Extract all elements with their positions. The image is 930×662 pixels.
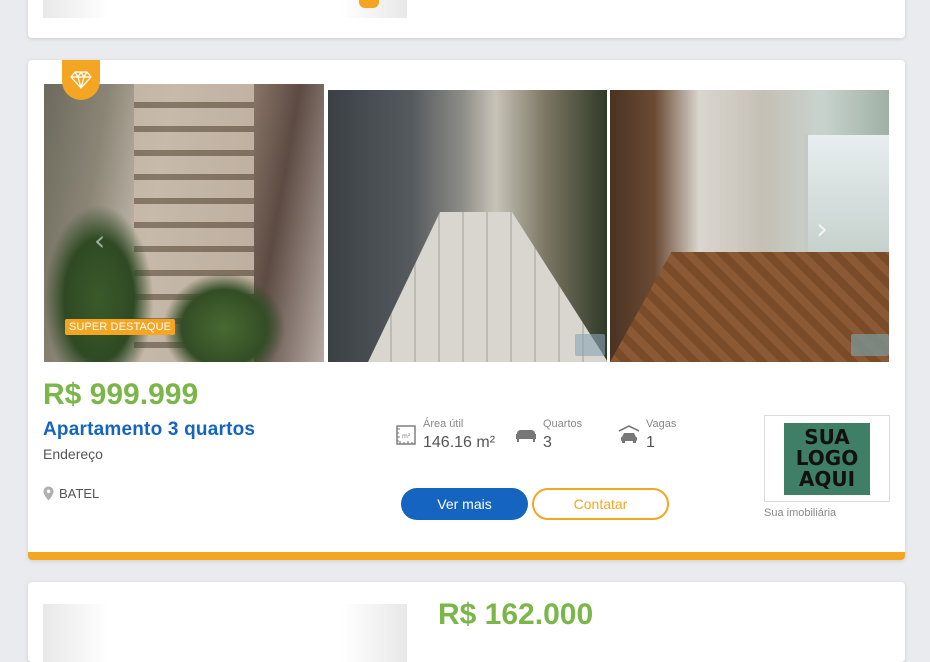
listing-image-previous[interactable] <box>43 0 407 18</box>
feature-parking-label: Vagas <box>646 418 677 430</box>
agency-logo[interactable]: SUA LOGO AQUI <box>764 415 890 502</box>
chevron-left-icon[interactable]: ‹ <box>94 224 105 257</box>
listing-photo-2[interactable] <box>328 90 607 362</box>
super-highlight-badge: SUPER DESTAQUE <box>65 319 176 335</box>
image-edge <box>359 0 379 8</box>
garage-car-icon <box>618 425 640 443</box>
district-label: BATEL <box>59 486 100 501</box>
listing-card: ‹ › SUPER DESTAQUE R$ 999.999 Apartament… <box>28 60 905 560</box>
listing-card-next: R$ 162.000 <box>28 582 905 662</box>
walkway-image <box>368 212 607 362</box>
chevron-right-icon[interactable]: › <box>816 212 828 247</box>
logo-line-3: AQUI <box>798 467 856 491</box>
listing-address: Endereço <box>43 446 103 462</box>
listing-district: BATEL <box>43 486 99 501</box>
parquet-floor-image <box>610 252 889 362</box>
listing-price: R$ 999.999 <box>43 378 199 411</box>
watermark-icon <box>575 334 605 356</box>
feature-rooms-label: Quartos <box>543 418 583 430</box>
feature-area-label: Área útil <box>423 418 464 430</box>
map-pin-icon <box>43 486 54 501</box>
listing-card-previous <box>28 0 905 38</box>
area-icon: m² <box>396 425 416 445</box>
listing-image-next[interactable] <box>43 604 407 662</box>
feature-rooms: Quartos 3 <box>515 418 582 452</box>
listing-photo-3[interactable]: › <box>610 90 889 362</box>
bed-icon <box>516 430 536 442</box>
logo-line-2: LOGO <box>795 446 859 470</box>
contact-button[interactable]: Contatar <box>532 488 669 520</box>
tree-image <box>164 274 284 362</box>
feature-area: m² Área útil 146.16 m² <box>395 418 495 452</box>
diamond-icon <box>70 71 92 89</box>
feature-rooms-value: 3 <box>543 434 552 451</box>
feature-parking: Vagas 1 <box>618 418 676 452</box>
feature-area-value: 146.16 m² <box>423 434 496 451</box>
agency-name[interactable]: Sua imobiliária <box>764 507 836 519</box>
agency-logo-art: SUA LOGO AQUI <box>784 422 870 495</box>
listing-title[interactable]: Apartamento 3 quartos <box>43 419 255 441</box>
svg-text:m²: m² <box>402 433 411 440</box>
watermark-icon <box>851 334 889 356</box>
logo-line-1: SUA <box>804 425 850 449</box>
premium-ribbon <box>62 60 100 100</box>
highlight-bar <box>28 552 905 560</box>
feature-parking-value: 1 <box>646 434 655 451</box>
next-listing-price: R$ 162.000 <box>438 598 594 631</box>
see-more-button[interactable]: Ver mais <box>401 488 528 520</box>
